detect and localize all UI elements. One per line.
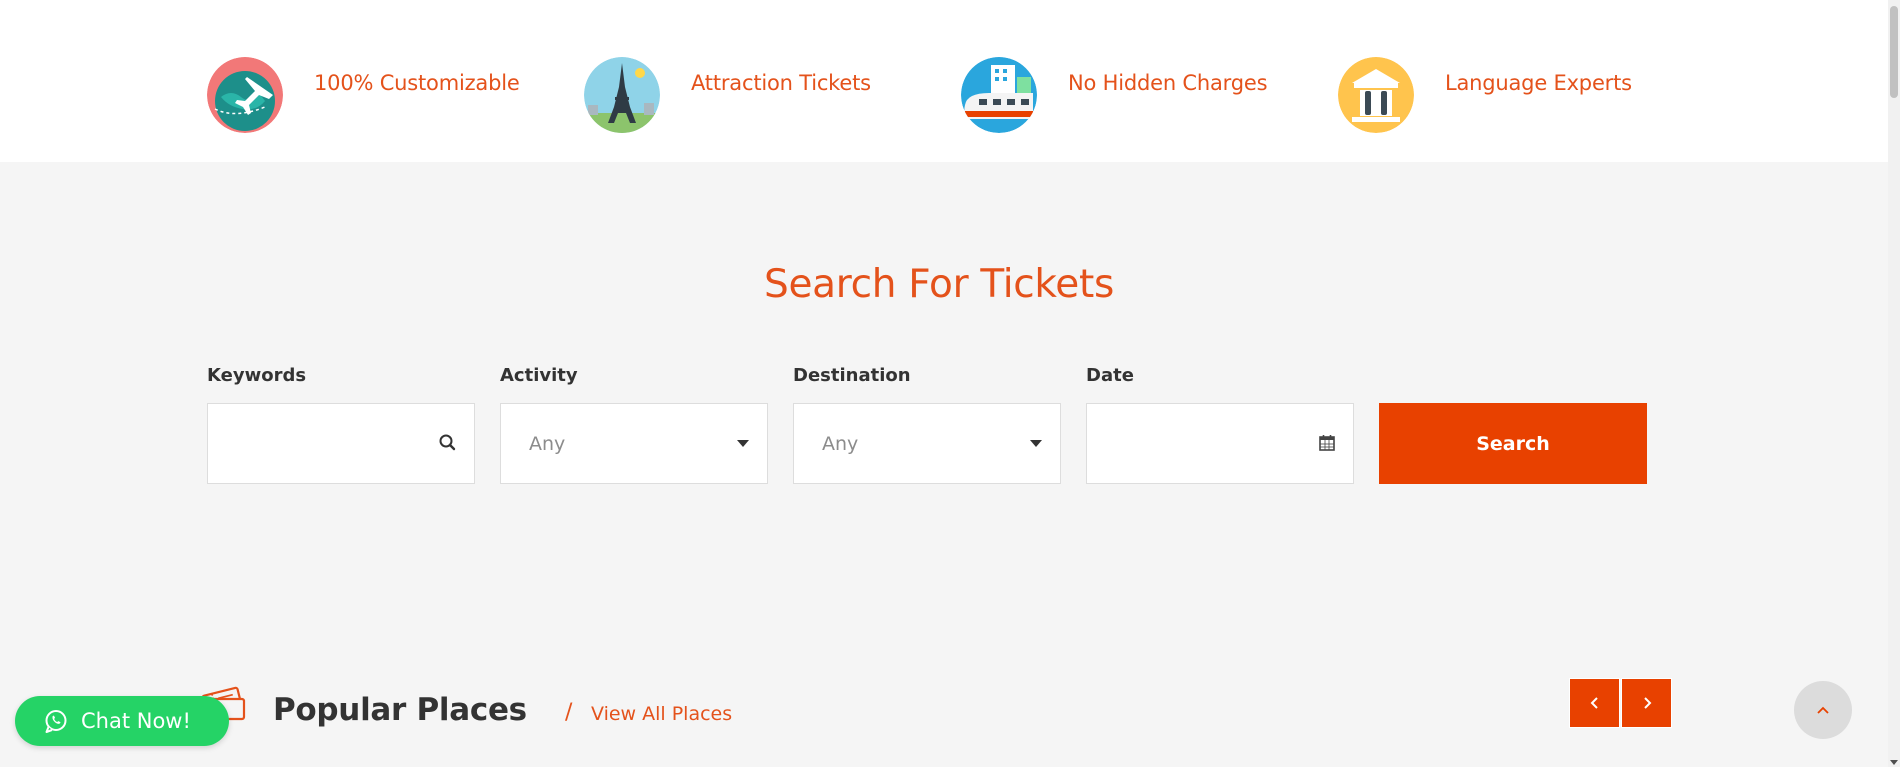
scrollbar-thumb[interactable] — [1890, 6, 1898, 98]
feature-label: No Hidden Charges — [1068, 71, 1268, 95]
chat-now-label: Chat Now! — [81, 709, 191, 733]
activity-label: Activity — [500, 365, 578, 386]
museum-columns-icon — [1338, 57, 1414, 133]
destination-select[interactable]: Any — [793, 403, 1061, 484]
feature-item: 100% Customizable — [207, 57, 520, 133]
feature-label: 100% Customizable — [314, 71, 520, 95]
eiffel-tower-icon — [584, 57, 660, 133]
search-section: Search For Tickets Keywords Activity Any… — [0, 162, 1888, 586]
chevron-down-icon — [1030, 440, 1042, 447]
feature-item: Attraction Tickets — [584, 57, 871, 133]
activity-value: Any — [529, 433, 566, 455]
view-all-places-link[interactable]: View All Places — [591, 703, 732, 725]
features-strip: 100% Customizable Attraction Tickets No … — [0, 0, 1888, 162]
chevron-right-icon — [1643, 697, 1651, 709]
popular-places-title: Popular Places — [273, 692, 527, 728]
back-to-top-button[interactable] — [1794, 681, 1852, 739]
destination-value: Any — [822, 433, 859, 455]
chat-now-button[interactable]: Chat Now! — [15, 696, 229, 746]
carousel-next-button[interactable] — [1621, 678, 1672, 728]
popular-places-section: Popular Places / View All Places — [0, 586, 1888, 767]
chevron-up-icon — [1817, 706, 1829, 714]
search-button[interactable]: Search — [1379, 403, 1647, 484]
calendar-icon — [1317, 432, 1337, 454]
activity-select[interactable]: Any — [500, 403, 768, 484]
chevron-down-icon — [737, 440, 749, 447]
title-separator: / — [565, 700, 573, 725]
whatsapp-icon — [45, 710, 67, 733]
feature-label: Language Experts — [1445, 71, 1632, 95]
feature-item: No Hidden Charges — [961, 57, 1268, 133]
date-label: Date — [1086, 365, 1134, 386]
train-city-icon — [961, 57, 1037, 133]
date-input[interactable] — [1086, 403, 1354, 484]
keywords-input[interactable] — [207, 403, 475, 484]
chevron-left-icon — [1590, 697, 1598, 709]
carousel-prev-button[interactable] — [1569, 678, 1620, 728]
scroll-down-arrow-icon[interactable] — [1890, 760, 1898, 765]
page-scrollbar[interactable] — [1888, 0, 1900, 767]
search-title: Search For Tickets — [763, 262, 1115, 307]
globe-plane-icon — [207, 57, 283, 133]
keywords-label: Keywords — [207, 365, 307, 386]
destination-label: Destination — [793, 365, 911, 386]
search-icon — [438, 432, 458, 454]
feature-label: Attraction Tickets — [691, 71, 871, 95]
feature-item: Language Experts — [1338, 57, 1632, 133]
